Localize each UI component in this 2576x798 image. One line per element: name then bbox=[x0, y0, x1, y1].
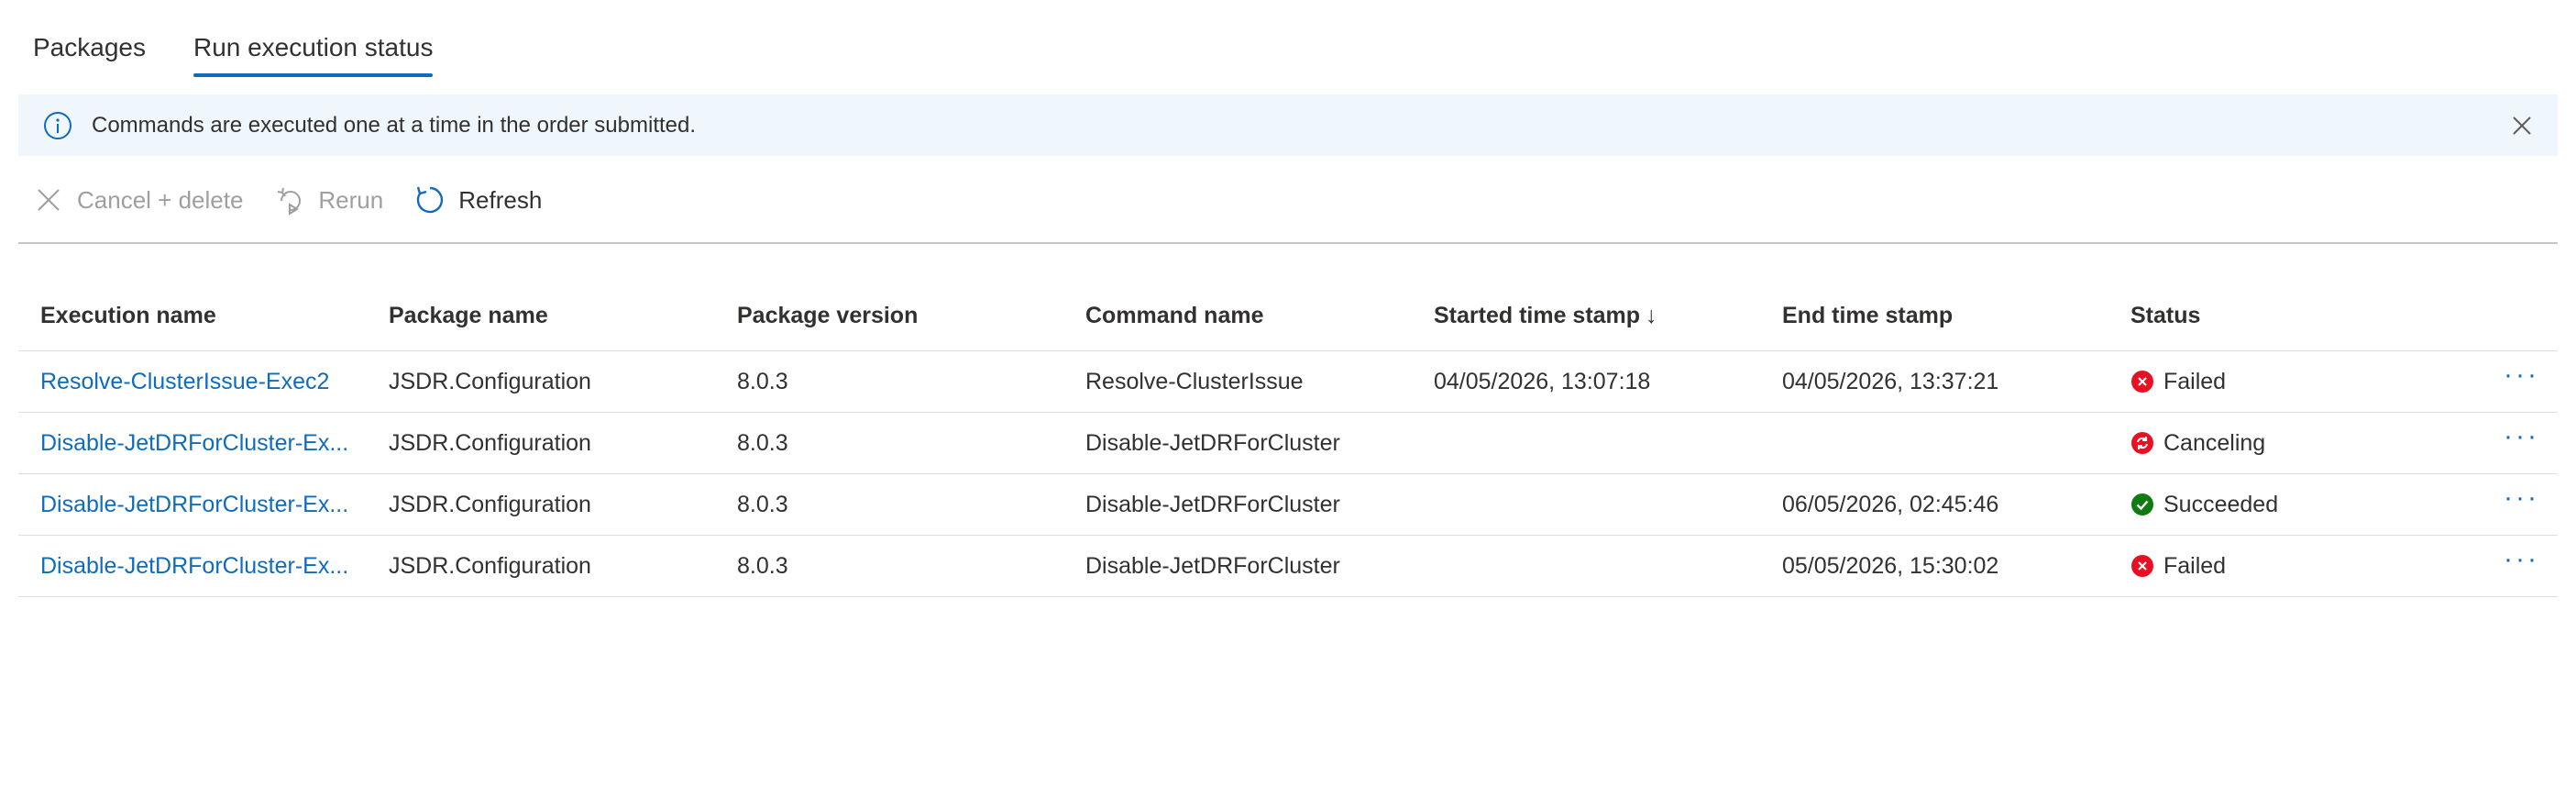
refresh-label: Refresh bbox=[458, 185, 543, 214]
execution-name-link[interactable]: Disable-JetDRForCluster-Ex... bbox=[40, 492, 348, 517]
table-row[interactable]: Disable-JetDRForCluster-Ex... JSDR.Confi… bbox=[18, 536, 2558, 597]
more-horizontal-icon[interactable]: ··· bbox=[2504, 553, 2539, 574]
header-end-time-stamp[interactable]: End time stamp bbox=[1760, 303, 2108, 329]
header-command-name[interactable]: Command name bbox=[1063, 303, 1412, 329]
package-name-cell: JSDR.Configuration bbox=[389, 491, 591, 517]
close-icon[interactable] bbox=[2508, 112, 2536, 139]
command-toolbar: Cancel + delete Rerun Refresh bbox=[18, 180, 2558, 244]
more-horizontal-icon[interactable]: ··· bbox=[2504, 369, 2539, 390]
package-name-cell: JSDR.Configuration bbox=[389, 429, 591, 456]
x-icon bbox=[33, 184, 64, 216]
status-cell: Failed bbox=[2108, 369, 2411, 395]
package-version-cell: 8.0.3 bbox=[737, 368, 788, 394]
table-row[interactable]: Disable-JetDRForCluster-Ex... JSDR.Confi… bbox=[18, 413, 2558, 474]
command-name-cell: Disable-JetDRForCluster bbox=[1085, 552, 1340, 579]
table-row[interactable]: Resolve-ClusterIssue-Exec2 JSDR.Configur… bbox=[18, 351, 2558, 413]
error-circle-icon bbox=[2130, 554, 2154, 578]
info-banner: Commands are executed one at a time in t… bbox=[18, 94, 2558, 156]
package-version-cell: 8.0.3 bbox=[737, 429, 788, 456]
package-name-cell: JSDR.Configuration bbox=[389, 552, 591, 579]
rerun-label: Rerun bbox=[318, 185, 384, 214]
error-circle-icon bbox=[2130, 370, 2154, 393]
package-name-cell: JSDR.Configuration bbox=[389, 368, 591, 394]
execution-status-table: Execution name Package name Package vers… bbox=[18, 281, 2558, 597]
sync-circle-icon bbox=[2130, 431, 2154, 455]
header-execution-name[interactable]: Execution name bbox=[18, 303, 367, 329]
banner-message: Commands are executed one at a time in t… bbox=[92, 112, 697, 138]
status-cell: Canceling bbox=[2108, 430, 2411, 457]
header-started-label: Started time stamp bbox=[1434, 302, 1641, 328]
checkmark-circle-icon bbox=[2130, 493, 2154, 516]
command-name-cell: Disable-JetDRForCluster bbox=[1085, 429, 1340, 456]
rerun-button[interactable]: Rerun bbox=[274, 180, 383, 220]
status-label: Failed bbox=[2163, 552, 2227, 579]
command-name-cell: Resolve-ClusterIssue bbox=[1085, 368, 1304, 394]
header-status[interactable]: Status bbox=[2108, 303, 2411, 329]
status-cell: Succeeded bbox=[2108, 492, 2411, 518]
tab-run-execution-status[interactable]: Run execution status bbox=[193, 0, 433, 79]
execution-name-link[interactable]: Resolve-ClusterIssue-Exec2 bbox=[40, 369, 329, 394]
more-horizontal-icon[interactable]: ··· bbox=[2504, 492, 2539, 513]
package-version-cell: 8.0.3 bbox=[737, 491, 788, 517]
header-started-time-stamp[interactable]: Started time stamp ↓ bbox=[1412, 303, 1760, 329]
status-label: Succeeded bbox=[2163, 491, 2279, 517]
end-cell: 05/05/2026, 15:30:02 bbox=[1782, 552, 1999, 579]
info-icon bbox=[42, 110, 73, 141]
end-cell: 06/05/2026, 02:45:46 bbox=[1782, 491, 1999, 517]
refresh-icon bbox=[414, 184, 446, 216]
cancel-delete-button[interactable]: Cancel + delete bbox=[33, 180, 243, 220]
cancel-delete-label: Cancel + delete bbox=[77, 185, 244, 214]
more-horizontal-icon[interactable]: ··· bbox=[2504, 430, 2539, 451]
sort-descending-icon: ↓ bbox=[1646, 302, 1657, 328]
package-version-cell: 8.0.3 bbox=[737, 552, 788, 579]
end-cell: 04/05/2026, 13:37:21 bbox=[1782, 368, 1999, 394]
execution-name-link[interactable]: Disable-JetDRForCluster-Ex... bbox=[40, 430, 348, 456]
started-cell: 04/05/2026, 13:07:18 bbox=[1434, 368, 1651, 394]
status-label: Canceling bbox=[2163, 429, 2266, 456]
execution-name-link[interactable]: Disable-JetDRForCluster-Ex... bbox=[40, 553, 348, 579]
rerun-icon bbox=[274, 184, 305, 216]
command-name-cell: Disable-JetDRForCluster bbox=[1085, 491, 1340, 517]
header-package-version[interactable]: Package version bbox=[715, 303, 1063, 329]
table-header-row: Execution name Package name Package vers… bbox=[18, 281, 2558, 351]
tab-bar: Packages Run execution status bbox=[33, 0, 480, 83]
status-cell: Failed bbox=[2108, 553, 2411, 580]
status-label: Failed bbox=[2163, 368, 2227, 394]
header-package-name[interactable]: Package name bbox=[367, 303, 715, 329]
refresh-button[interactable]: Refresh bbox=[414, 180, 542, 220]
tab-packages[interactable]: Packages bbox=[33, 0, 146, 79]
table-row[interactable]: Disable-JetDRForCluster-Ex... JSDR.Confi… bbox=[18, 474, 2558, 536]
